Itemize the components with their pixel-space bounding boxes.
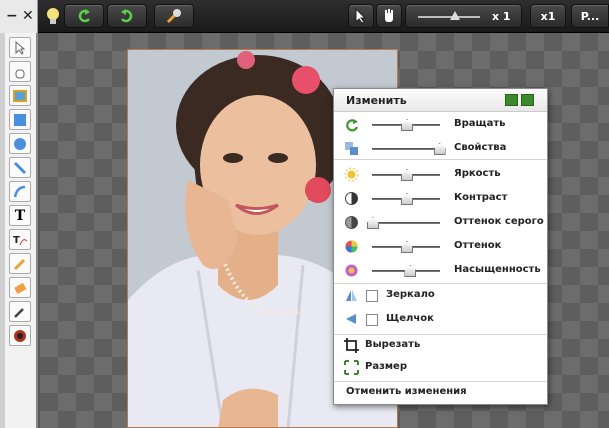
rectangle-icon <box>14 113 26 126</box>
undo-changes-link[interactable]: Отменить изменения <box>346 386 467 397</box>
divider <box>334 159 547 160</box>
pan-tool[interactable] <box>9 61 31 82</box>
collapse-left-icon[interactable] <box>505 94 518 106</box>
slider-label: Яркость <box>454 168 501 179</box>
svg-text:T: T <box>13 235 20 246</box>
crop-label: Вырезать <box>365 339 421 350</box>
slider-row: Яркость <box>334 164 547 186</box>
tools-button[interactable] <box>154 4 194 28</box>
flip-row[interactable]: Щелчок <box>334 309 547 331</box>
properties-icon <box>345 142 358 155</box>
select-tool[interactable] <box>9 37 31 58</box>
crop-icon <box>344 338 359 353</box>
contrast-icon <box>345 192 358 205</box>
panel-title: Изменить <box>346 94 407 107</box>
tool-panel-strip <box>0 33 5 428</box>
resize-label: Размер <box>365 361 408 372</box>
zoom-reset-button[interactable]: x1 <box>530 4 566 28</box>
curve-tool[interactable] <box>9 181 31 202</box>
line-icon <box>13 161 27 174</box>
lightbulb-icon[interactable] <box>44 6 62 26</box>
text-icon: T <box>14 207 26 224</box>
slider-row: Контраст <box>334 188 547 210</box>
curve-icon <box>13 185 26 197</box>
text-path-tool[interactable]: T <box>9 229 31 250</box>
slider-label: Вращать <box>454 118 506 129</box>
eraser-tool[interactable] <box>9 277 31 298</box>
top-toolbar: x 1 x1 P... <box>0 0 609 33</box>
image-icon <box>13 89 27 102</box>
hand-icon <box>385 9 393 22</box>
brightness-icon <box>344 167 359 182</box>
eyedropper-tool[interactable] <box>9 301 31 322</box>
undo-icon <box>78 9 90 23</box>
slider-row: Оттенок <box>334 236 547 258</box>
slider-track[interactable] <box>372 222 440 224</box>
slider-label: Оттенок <box>454 240 502 251</box>
flip-label: Щелчок <box>386 313 434 324</box>
more-button[interactable]: P... <box>571 4 609 28</box>
hue-icon <box>345 240 358 253</box>
slider-row: Насыщенность <box>334 260 547 282</box>
slider-row: Свойства <box>334 138 547 160</box>
line-tool[interactable] <box>9 157 31 178</box>
ellipse-tool[interactable] <box>9 133 31 154</box>
undo-changes-row[interactable]: Отменить изменения <box>334 382 547 404</box>
slider-label: Контраст <box>454 192 508 203</box>
mirror-icon <box>346 290 357 301</box>
eye-icon <box>14 329 26 342</box>
slider-label: Оттенок серого <box>454 216 544 227</box>
eraser-icon <box>14 282 27 294</box>
pointer-tool-button[interactable] <box>348 4 374 28</box>
brush-icon <box>13 258 26 270</box>
slider-row: Вращать <box>334 114 547 136</box>
divider <box>334 283 547 284</box>
edit-panel-header: Изменить <box>334 89 547 112</box>
mirror-checkbox[interactable] <box>366 290 378 302</box>
rotate-icon <box>346 119 359 132</box>
collapse-right-icon[interactable] <box>521 94 534 106</box>
tool-panel-header: − ✕ <box>0 0 38 33</box>
zoom-value: x 1 <box>492 10 511 23</box>
slider-row: Оттенок серого <box>334 212 547 234</box>
cursor-icon <box>355 8 367 24</box>
zoom-thumb[interactable] <box>450 11 461 20</box>
hand-tool-button[interactable] <box>376 4 402 28</box>
flip-checkbox[interactable] <box>366 314 378 326</box>
wrench-icon <box>166 9 181 24</box>
tool-panel: T T <box>0 33 38 428</box>
saturation-icon <box>345 264 358 277</box>
brush-tool[interactable] <box>9 253 31 274</box>
close-icon[interactable]: ✕ <box>22 8 34 24</box>
edit-panel: Изменить Вращать Свойства Яркость Контраст О… <box>333 88 548 405</box>
rectangle-tool[interactable] <box>9 109 31 130</box>
crop-row[interactable]: Вырезать <box>334 335 547 357</box>
zoom-slider[interactable]: x 1 <box>405 4 522 28</box>
slider-label: Насыщенность <box>454 264 541 275</box>
flip-icon <box>346 314 356 324</box>
text-tool[interactable]: T <box>9 205 31 226</box>
hand-icon <box>15 69 25 78</box>
redo-icon <box>121 9 133 23</box>
minimize-icon[interactable]: − <box>6 8 18 24</box>
resize-row[interactable]: Размер <box>334 357 547 379</box>
eyedropper-icon <box>14 307 24 318</box>
mirror-label: Зеркало <box>386 289 435 300</box>
undo-button[interactable] <box>64 4 104 28</box>
grayscale-icon <box>345 216 358 229</box>
zoom-track <box>418 16 480 18</box>
red-eye-tool[interactable] <box>9 325 31 346</box>
slider-label: Свойства <box>454 142 507 153</box>
redo-button[interactable] <box>107 4 147 28</box>
arrow-icon <box>15 40 26 55</box>
mirror-row[interactable]: Зеркало <box>334 285 547 307</box>
slider-track[interactable] <box>372 148 440 150</box>
image-tool[interactable] <box>9 85 31 106</box>
text-path-icon: T <box>13 235 28 246</box>
resize-icon <box>344 360 359 375</box>
circle-icon <box>14 137 26 150</box>
